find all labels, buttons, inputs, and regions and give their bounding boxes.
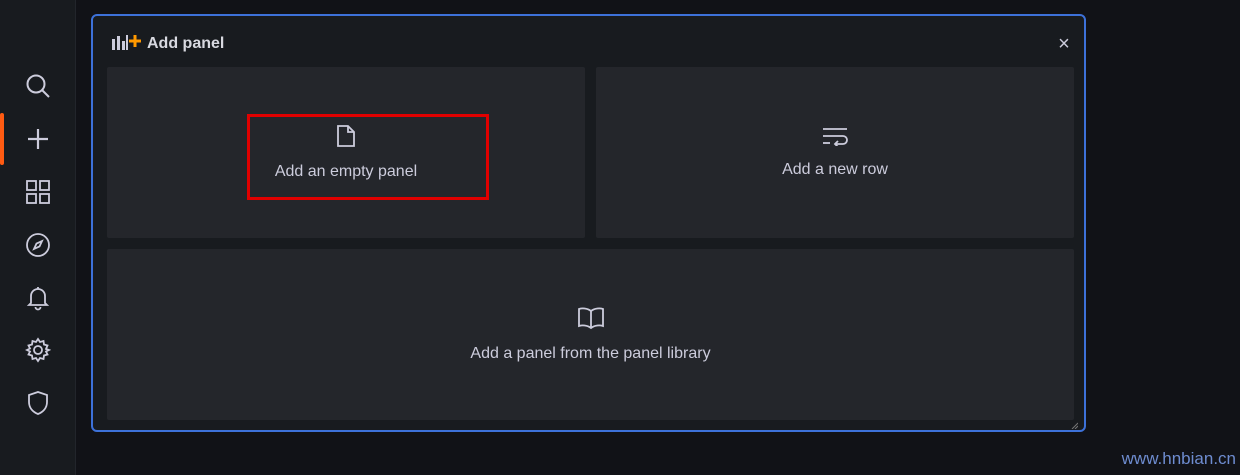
file-icon: [336, 124, 356, 153]
plus-icon[interactable]: [22, 123, 54, 155]
bell-icon[interactable]: [22, 282, 54, 314]
add-empty-panel-label: Add an empty panel: [274, 163, 418, 180]
panel-header: Add panel: [111, 32, 224, 56]
close-button[interactable]: ×: [1054, 32, 1074, 55]
compass-icon[interactable]: [22, 229, 54, 261]
add-new-row-label: Add a new row: [782, 161, 888, 178]
add-library-panel-label: Add a panel from the panel library: [470, 345, 711, 362]
shield-icon[interactable]: [22, 387, 54, 419]
active-nav-indicator: [0, 113, 4, 165]
dashboards-grid-icon[interactable]: [22, 176, 54, 208]
add-panel-dialog: Add panel × Add an empty panel Add a new…: [91, 14, 1086, 432]
watermark: www.hnbian.cn: [1121, 449, 1236, 468]
gear-icon[interactable]: [22, 334, 54, 366]
sidebar: [0, 0, 76, 475]
panel-title: Add panel: [147, 35, 225, 52]
add-new-row-tile[interactable]: Add a new row: [596, 67, 1074, 238]
book-icon: [577, 306, 605, 335]
add-panel-icon: [111, 33, 141, 56]
row-wrap-icon: [821, 126, 849, 151]
add-library-panel-tile[interactable]: Add a panel from the panel library: [107, 249, 1074, 420]
add-empty-panel-tile[interactable]: Add an empty panel: [107, 67, 585, 238]
resize-handle-icon[interactable]: [1070, 416, 1079, 430]
close-icon: ×: [1058, 32, 1070, 55]
search-icon[interactable]: [22, 70, 54, 102]
